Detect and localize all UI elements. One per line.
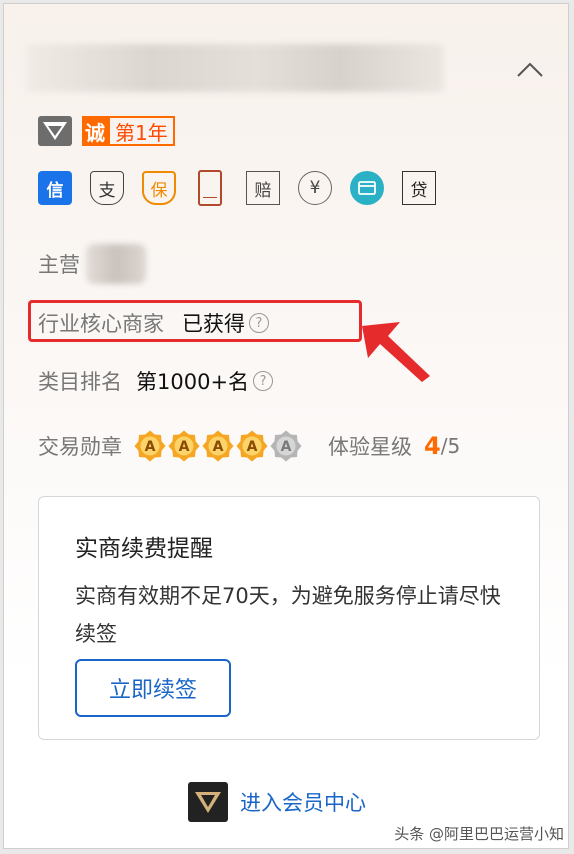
medal-icon-inactive: A xyxy=(270,430,302,462)
trade-medal-label: 交易勋章 xyxy=(38,435,122,459)
guarantee-shield-icon[interactable]: 保 xyxy=(142,171,176,205)
renew-button[interactable]: 立即续签 xyxy=(75,659,231,717)
core-merchant-row: 行业核心商家 已获得 ? xyxy=(38,308,269,338)
category-rank-value: 第1000+名 xyxy=(136,370,250,394)
card-payment-icon[interactable] xyxy=(350,171,384,205)
svg-text:A: A xyxy=(281,439,292,455)
notice-body: 实商有效期不足70天，为避免服务停止请尽快续签 xyxy=(75,584,501,646)
alipay-shield-icon[interactable]: 支 xyxy=(90,171,124,205)
compensation-icon[interactable]: 赔 xyxy=(246,171,280,205)
help-icon[interactable]: ? xyxy=(253,371,274,391)
svg-text:A: A xyxy=(213,439,224,455)
blurred-shop-name xyxy=(26,44,444,92)
mobile-icon[interactable] xyxy=(198,170,222,206)
shop-info-card: 诚 第1年 信 支 保 赔 ¥ 贷 主营 行业核心商家 已获得 ? 类目排名 第… xyxy=(3,3,569,849)
medal-list: AAAAA xyxy=(134,430,302,462)
medal-icon-active: A xyxy=(134,430,166,462)
main-business-row: 主营 xyxy=(38,244,146,284)
svg-text:A: A xyxy=(145,439,156,455)
core-merchant-label: 行业核心商家 xyxy=(38,312,164,336)
medal-icon-active: A xyxy=(202,430,234,462)
blurred-main-business xyxy=(86,244,146,284)
category-rank-row: 类目排名 第1000+名 ? xyxy=(38,366,274,396)
chevron-up-icon[interactable] xyxy=(516,62,544,78)
credit-icon[interactable]: 信 xyxy=(38,171,72,205)
renewal-notice-card: 实商续费提醒 实商有效期不足70天，为避免服务停止请尽快续签 立即续签 xyxy=(38,496,540,740)
vip-v-icon xyxy=(188,782,228,822)
trade-medal-row: 交易勋章 A A A A A 体验星级 4 /5 xyxy=(38,430,460,462)
loan-icon[interactable]: 贷 xyxy=(402,171,436,205)
help-icon[interactable]: ? xyxy=(249,313,269,333)
red-arrow-annotation xyxy=(362,322,430,382)
watermark-text: 头条 @阿里巴巴运营小知 xyxy=(394,825,564,843)
experience-star-label: 体验星级 xyxy=(328,435,412,459)
core-merchant-value: 已获得 xyxy=(182,312,245,336)
medal-icon-active: A xyxy=(236,430,268,462)
notice-title: 实商续费提醒 xyxy=(75,536,213,562)
service-icons-row: 信 支 保 赔 ¥ 贷 xyxy=(38,170,454,206)
tps-brand-icon xyxy=(38,116,72,146)
membership-year-badge: 第1年 xyxy=(108,116,175,146)
svg-text:A: A xyxy=(247,439,258,455)
main-business-label: 主营 xyxy=(38,253,80,277)
experience-star-value: 4 xyxy=(424,432,441,460)
category-rank-label: 类目排名 xyxy=(38,370,122,394)
badge-row: 诚 第1年 xyxy=(38,116,175,146)
experience-star-total: /5 xyxy=(440,434,461,458)
svg-text:A: A xyxy=(179,439,190,455)
member-center-label: 进入会员中心 xyxy=(240,791,366,815)
medal-icon-active: A xyxy=(168,430,200,462)
yuan-icon[interactable]: ¥ xyxy=(298,171,332,205)
chengxintong-icon: 诚 xyxy=(82,116,108,146)
member-center-link[interactable]: 进入会员中心 xyxy=(188,782,366,822)
